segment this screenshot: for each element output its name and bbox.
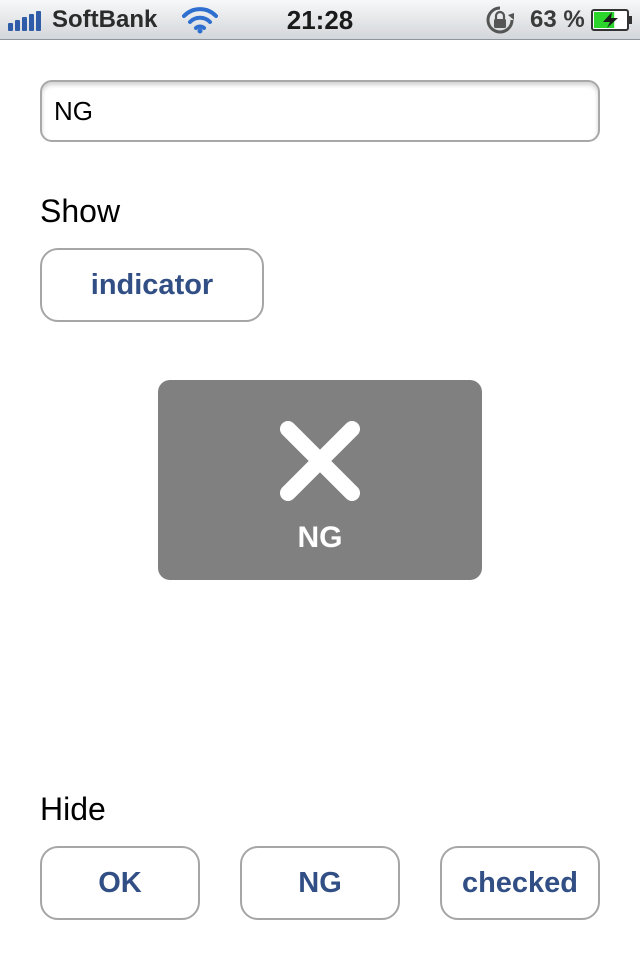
status-bar: SoftBank 21:28 63 % [0,0,640,40]
show-label: Show [40,193,121,229]
hide-label: Hide [40,791,106,827]
hide-ok-button[interactable]: OK [40,846,200,920]
rotation-lock-icon [486,6,514,34]
cross-icon [280,421,360,501]
show-indicator-button[interactable]: indicator [40,248,264,322]
battery-percent: 63 % [530,6,585,33]
battery-charging-icon [591,9,632,31]
hide-checked-button[interactable]: checked [440,846,600,920]
text-input[interactable] [40,80,600,142]
hud-label: NG [297,521,343,554]
hide-ng-button[interactable]: NG [240,846,400,920]
